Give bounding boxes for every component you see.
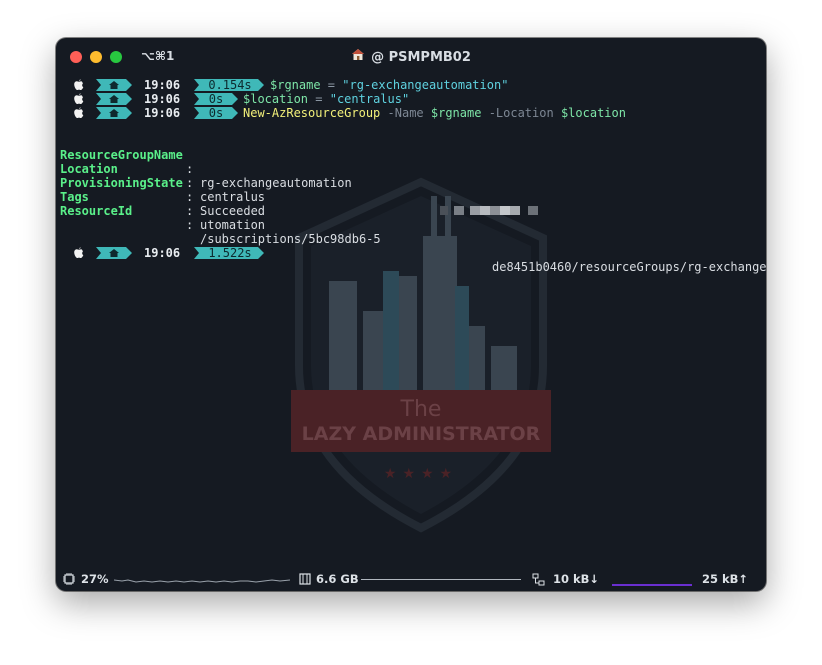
title-bar: ⌥⌘1 @ PSMPMB02: [56, 38, 766, 74]
network-upload-bar: [612, 584, 692, 586]
home-badge: [96, 107, 132, 119]
prompt-line: 19:06 0s New-AzResourceGroup -Name $rgna…: [56, 106, 766, 120]
memory-usage: 6.6 GB: [316, 572, 359, 586]
apple-icon: [74, 93, 84, 104]
output-row: ProvisioningState : Succeeded: [60, 176, 266, 218]
network-icon: [532, 573, 545, 586]
duration-text: 0.154s: [208, 78, 252, 92]
cpu-icon: [63, 573, 75, 585]
window-title-text: @ PSMPMB02: [371, 50, 471, 65]
status-bar: 27% 6.6 GB 10 kB↓ 25 kB↑: [56, 567, 766, 591]
apple-icon: [74, 107, 84, 118]
terminal-content[interactable]: The LAZY ADMINISTRATOR ★★★★ 19:06 0.154s…: [56, 76, 766, 566]
watermark-word-lazy-admin: LAZY ADMINISTRATOR: [302, 423, 541, 445]
output-row: Location : centralus: [60, 162, 266, 204]
terminal-window: ⌥⌘1 @ PSMPMB02 The LAZY ADMINISTRATOR ★★…: [56, 38, 766, 591]
command-text: New-AzResourceGroup -Name $rgname -Locat…: [243, 106, 626, 120]
prompt-time: 19:06: [144, 246, 181, 260]
home-badge: [96, 93, 132, 105]
prompt-time: 19:06: [144, 92, 181, 106]
house-icon: [351, 48, 365, 65]
output-row-wrap: utomation: [56, 204, 766, 232]
redacted-blur: [382, 191, 538, 215]
prompt-time: 19:06: [144, 106, 181, 120]
command-text: $rgname = "rg-exchangeautomation": [270, 78, 509, 92]
prompt-line: 19:06 0s $location = "centralus": [56, 92, 766, 106]
svg-text:★★★★: ★★★★: [384, 466, 458, 482]
memory-icon: [299, 573, 311, 585]
prompt-time: 19:06: [144, 78, 181, 92]
output-row: ResourceId : /subscriptions/5bc98db6-5 d…: [56, 190, 766, 274]
apple-icon: [74, 247, 84, 258]
home-badge: [96, 79, 132, 91]
duration-text: 0s: [208, 106, 224, 120]
command-text: $location = "centralus": [243, 92, 410, 106]
prompt-line: 19:06 0.154s $rgname = "rg-exchangeautom…: [56, 78, 766, 92]
network-upload: 25 kB↑: [702, 572, 749, 586]
memory-bar: [361, 579, 521, 580]
watermark-word-the: The: [400, 397, 442, 422]
prompt-line-current: 19:06 1.522s: [56, 246, 766, 260]
home-badge: [96, 247, 132, 259]
output-row: Tags :: [60, 190, 194, 218]
window-title: @ PSMPMB02: [56, 48, 766, 65]
duration-text: 1.522s: [208, 246, 252, 260]
duration-text: 0s: [208, 92, 224, 106]
property-value-wrap: utomation: [200, 218, 266, 232]
apple-icon: [74, 79, 84, 90]
output-row: ResourceGroupName : rg-exchangeautomatio…: [60, 148, 352, 190]
property-value-start: /subscriptions/5bc98db6-5: [200, 232, 381, 246]
cpu-usage: 27%: [81, 572, 109, 586]
cpu-sparkline: [114, 579, 290, 583]
network-download: 10 kB↓: [553, 572, 600, 586]
property-value-end: de8451b0460/resourceGroups/rg-exchangea: [492, 260, 766, 274]
